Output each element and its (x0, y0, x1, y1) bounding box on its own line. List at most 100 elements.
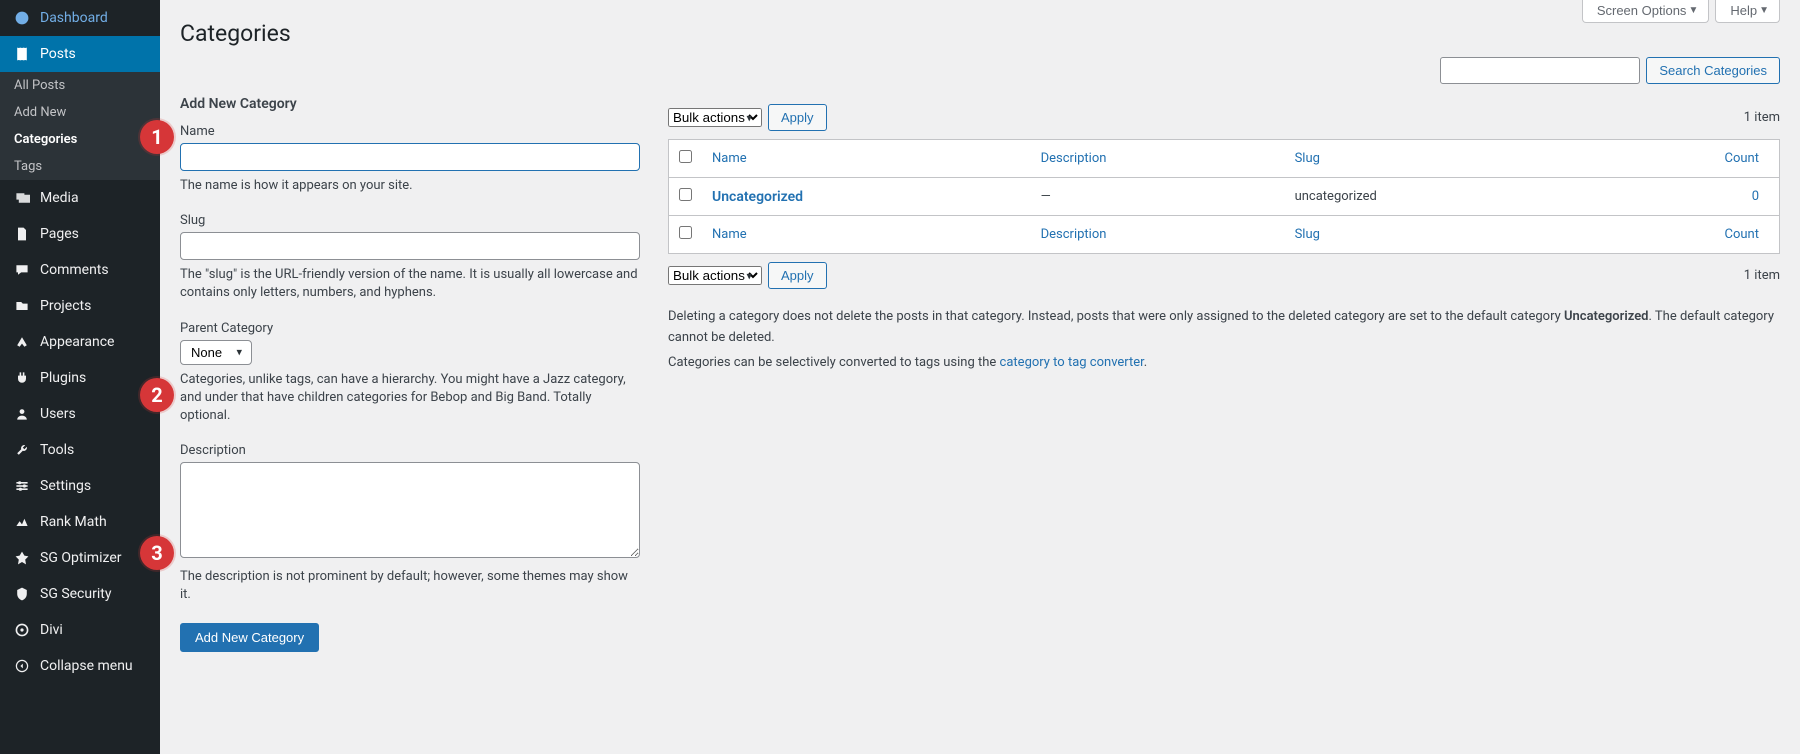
sidebar-item-settings[interactable]: Settings (0, 468, 160, 504)
sidebar-item-projects[interactable]: Projects (0, 288, 160, 324)
annotation-callout-3: 3 (140, 536, 174, 570)
row-name-link[interactable]: Uncategorized (712, 189, 803, 205)
col-count-foot[interactable]: Count (1725, 227, 1759, 242)
add-new-category-button[interactable]: Add New Category (180, 623, 319, 652)
col-slug-foot[interactable]: Slug (1295, 227, 1320, 242)
field-name: Name The name is how it appears on your … (180, 124, 640, 195)
sidebar-item-rankmath[interactable]: Rank Math (0, 504, 160, 540)
sidebar-item-plugins[interactable]: Plugins (0, 360, 160, 396)
sidebar-item-comments[interactable]: Comments (0, 252, 160, 288)
select-all-top[interactable] (679, 150, 692, 163)
sidebar-item-pages[interactable]: Pages (0, 216, 160, 252)
sidebar-label: Dashboard (40, 10, 108, 26)
description-input[interactable] (180, 462, 640, 558)
sidebar-item-media[interactable]: Media (0, 180, 160, 216)
sidebar-label: Posts (40, 46, 76, 62)
sidebar-label: Comments (40, 262, 109, 278)
divi-icon (12, 620, 32, 640)
sidebar-item-posts[interactable]: Posts (0, 36, 160, 72)
sidebar-label: Pages (40, 226, 79, 242)
row-checkbox[interactable] (679, 188, 692, 201)
settings-icon (12, 476, 32, 496)
help-button[interactable]: Help ▼ (1715, 0, 1780, 23)
form-heading: Add New Category (180, 96, 640, 112)
sidebar-label: SG Security (40, 586, 111, 602)
pagination-top: 1 item (1744, 110, 1780, 125)
sidebar-label: Tools (40, 442, 74, 458)
sidebar-item-categories[interactable]: Categories (0, 126, 160, 153)
search-box: Search Categories (180, 57, 1780, 84)
sgoptimizer-icon (12, 548, 32, 568)
description-label: Description (180, 443, 640, 458)
tablenav-top: Bulk actions Apply 1 item (668, 104, 1780, 131)
default-category-name: Uncategorized (1564, 309, 1649, 324)
sidebar-label: Users (40, 406, 76, 422)
name-label: Name (180, 124, 640, 139)
collapse-icon (12, 656, 32, 676)
col-name[interactable]: Name (712, 151, 747, 166)
sidebar-label: SG Optimizer (40, 550, 121, 566)
sidebar-item-appearance[interactable]: Appearance (0, 324, 160, 360)
tablenav-bottom: Bulk actions Apply 1 item (668, 262, 1780, 289)
tools-icon (12, 440, 32, 460)
slug-input[interactable] (180, 232, 640, 260)
sidebar-item-divi[interactable]: Divi (0, 612, 160, 648)
sidebar-item-collapse[interactable]: Collapse menu (0, 648, 160, 684)
appearance-icon (12, 332, 32, 352)
sidebar-item-tags[interactable]: Tags (0, 153, 160, 180)
table-row: Uncategorized — uncategorized 0 (669, 178, 1780, 216)
bulk-actions-top[interactable]: Bulk actions (668, 108, 762, 127)
row-count-link[interactable]: 0 (1752, 189, 1759, 204)
name-input[interactable] (180, 143, 640, 171)
sgsecurity-icon (12, 584, 32, 604)
search-input[interactable] (1440, 57, 1640, 84)
category-to-tag-converter-link[interactable]: category to tag converter (1000, 355, 1144, 370)
sidebar-item-add-new[interactable]: Add New (0, 99, 160, 126)
sidebar-item-dashboard[interactable]: Dashboard (0, 0, 160, 36)
parent-label: Parent Category (180, 321, 640, 336)
screen-meta-links: Screen Options ▼ Help ▼ (1582, 0, 1780, 23)
apply-button-top[interactable]: Apply (768, 104, 827, 131)
sidebar-item-sgoptimizer[interactable]: SG Optimizer (0, 540, 160, 576)
sidebar-submenu-posts: All Posts Add New Categories Tags (0, 72, 160, 180)
sidebar-item-all-posts[interactable]: All Posts (0, 72, 160, 99)
sidebar-label: Rank Math (40, 514, 107, 530)
search-categories-button[interactable]: Search Categories (1646, 57, 1780, 84)
categories-list: Bulk actions Apply 1 item Name Descripti… (668, 96, 1780, 652)
col-description-foot[interactable]: Description (1041, 227, 1107, 242)
parent-help: Categories, unlike tags, can have a hier… (180, 371, 640, 426)
apply-button-bottom[interactable]: Apply (768, 262, 827, 289)
add-category-form: Add New Category 1 Name The name is how … (180, 96, 640, 652)
bulk-actions-bottom[interactable]: Bulk actions (668, 266, 762, 285)
users-icon (12, 404, 32, 424)
pagination-bottom: 1 item (1744, 268, 1780, 283)
row-slug: uncategorized (1285, 178, 1588, 216)
projects-icon (12, 296, 32, 316)
sidebar-item-tools[interactable]: Tools (0, 432, 160, 468)
select-all-bottom[interactable] (679, 226, 692, 239)
screen-options-button[interactable]: Screen Options ▼ (1582, 0, 1710, 23)
row-description: — (1031, 178, 1285, 216)
notes: Deleting a category does not delete the … (668, 307, 1780, 373)
annotation-callout-1: 1 (140, 120, 174, 154)
slug-label: Slug (180, 213, 640, 228)
field-description: Description The description is not promi… (180, 443, 640, 604)
chevron-down-icon: ▼ (1688, 5, 1698, 16)
sidebar-item-sgsecurity[interactable]: SG Security (0, 576, 160, 612)
col-count[interactable]: Count (1725, 151, 1759, 166)
sidebar-label: Appearance (40, 334, 114, 350)
field-slug: Slug The "slug" is the URL-friendly vers… (180, 213, 640, 302)
sidebar-item-users[interactable]: Users (0, 396, 160, 432)
col-slug[interactable]: Slug (1295, 151, 1320, 166)
pages-icon (12, 224, 32, 244)
sidebar-label: Projects (40, 298, 91, 314)
slug-help: The "slug" is the URL-friendly version o… (180, 266, 640, 302)
comments-icon (12, 260, 32, 280)
page-title: Categories (180, 0, 1780, 57)
col-name-foot[interactable]: Name (712, 227, 747, 242)
col-description[interactable]: Description (1041, 151, 1107, 166)
parent-select[interactable]: None (180, 340, 252, 365)
sidebar-label: Plugins (40, 370, 86, 386)
media-icon (12, 188, 32, 208)
plugins-icon (12, 368, 32, 388)
